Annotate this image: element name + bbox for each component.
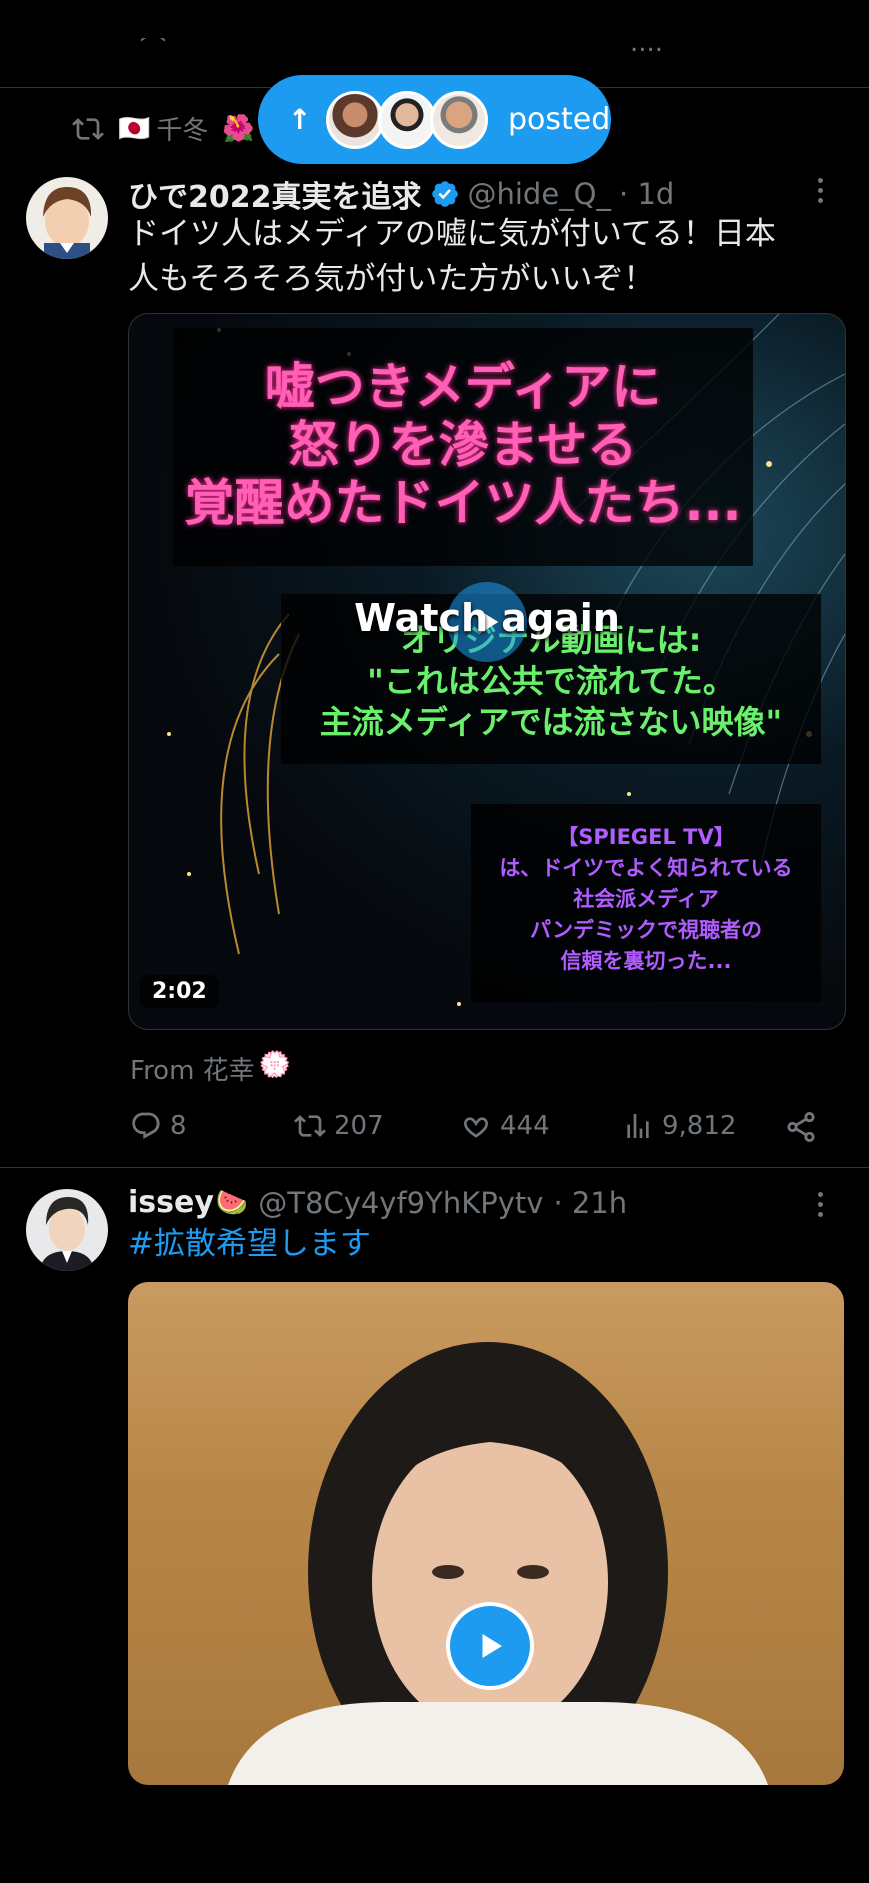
avatar [326, 90, 384, 149]
video-title-line: 覚醒めたドイツ人たち... [184, 474, 742, 532]
retweet-count: 207 [334, 1111, 384, 1141]
title-card: 嘘つきメディアに 怒りを滲ませる 覚醒めたドイツ人たち... [173, 328, 753, 566]
views-button[interactable]: 9,812 [622, 1110, 736, 1142]
arrow-up-icon: ↑ [288, 103, 312, 136]
video-note-line: 【SPIEGEL TV】 [557, 825, 735, 849]
new-posts-pill[interactable]: ↑ posted [258, 75, 611, 164]
retweet-flower: 🌺 [222, 113, 255, 144]
from-label[interactable]: From 花幸 💮 [130, 1050, 291, 1087]
retweet-icon [294, 1115, 326, 1137]
reply-button[interactable]: 8 [130, 1110, 187, 1142]
tweet-header: ひで2022真実を追求 @hide_Q_ · 1d [128, 172, 674, 216]
play-icon[interactable] [446, 1602, 534, 1690]
video-title-line: 怒りを滲ませる [288, 416, 638, 474]
purple-card: 【SPIEGEL TV】 は、ドイツでよく知られている 社会派メディア パンデミ… [471, 804, 821, 1002]
verified-badge-icon [431, 181, 458, 207]
video-note-line: 信頼を裏切った... [560, 949, 732, 973]
from-text: From 花幸 [130, 1056, 255, 1086]
timestamp: · 21h [553, 1185, 628, 1220]
share-button[interactable] [784, 1110, 818, 1148]
like-count: 444 [500, 1111, 550, 1141]
video-thumbnail [228, 1342, 768, 1785]
video-player[interactable]: 嘘つきメディアに 怒りを滲ませる 覚醒めたドイツ人たち... オリジナル動画には… [128, 313, 846, 1030]
retweet-flag: 🇯🇵 [118, 113, 151, 144]
avatar [378, 90, 436, 149]
video-note-line: 社会派メディア [573, 887, 719, 911]
analytics-icon [627, 1114, 649, 1138]
display-name[interactable]: issey [128, 1185, 214, 1220]
hashtag-link[interactable]: #拡散希望します [128, 1222, 371, 1267]
tweet-text-line: ドイツ人はメディアの嘘に気が付いてる！日本 [128, 216, 776, 252]
handle[interactable]: @hide_Q_ [468, 177, 612, 211]
handle[interactable]: @T8Cy4yf9YhKPytv [258, 1186, 543, 1220]
video-title-line: 嘘つきメディアに [264, 358, 662, 416]
heart-icon [464, 1117, 488, 1138]
previous-tweet-actions: ⌒ _ ˇ.... ˇ [140, 38, 813, 54]
video-note-line: パンデミックで視聴者の [529, 918, 763, 942]
tweet-text: ドイツ人はメディアの嘘に気が付いてる！日本 人もそろそろ気が付いた方がいいぞ！ [128, 212, 843, 302]
retweet-context[interactable]: 🇯🇵 千冬 🌺 [72, 110, 255, 147]
video-note-line: は、ドイツでよく知られている [499, 856, 793, 880]
share-icon [787, 1111, 815, 1143]
retweet-icon [72, 117, 104, 140]
retweet-user-name[interactable]: 千冬 [156, 110, 208, 147]
timestamp: · 1d [619, 177, 675, 211]
avatar[interactable] [26, 177, 108, 259]
divider [0, 1167, 869, 1168]
avatar [430, 90, 488, 149]
flower-emoji: 💮 [258, 1050, 292, 1080]
video-note-line: 主流メディアでは流さない映像" [319, 703, 783, 741]
video-note-line: "これは公共で流れてた。 [367, 662, 735, 700]
more-options-icon[interactable] [818, 178, 823, 203]
new-posts-label: posted [508, 102, 611, 137]
video-duration: 2:02 [140, 975, 219, 1008]
tweet-text-line: 人もそろそろ気が付いた方がいいぞ！ [128, 261, 655, 297]
view-count: 9,812 [662, 1111, 737, 1141]
like-button[interactable]: 444 [460, 1110, 550, 1142]
watermelon-emoji: 🍉 [215, 1187, 249, 1218]
reply-count: 8 [170, 1111, 187, 1141]
retweet-button[interactable]: 207 [294, 1110, 384, 1142]
tweet-header: issey 🍉 @T8Cy4yf9YhKPytv · 21h [128, 1185, 627, 1220]
new-posts-avatars [326, 90, 488, 149]
reply-icon [132, 1112, 160, 1139]
display-name[interactable]: ひで2022真実を追求 [128, 172, 422, 216]
more-options-icon[interactable] [818, 1192, 823, 1217]
watch-again-label[interactable]: Watch again [129, 596, 845, 640]
video-player[interactable] [128, 1282, 844, 1785]
avatar[interactable] [26, 1189, 108, 1271]
